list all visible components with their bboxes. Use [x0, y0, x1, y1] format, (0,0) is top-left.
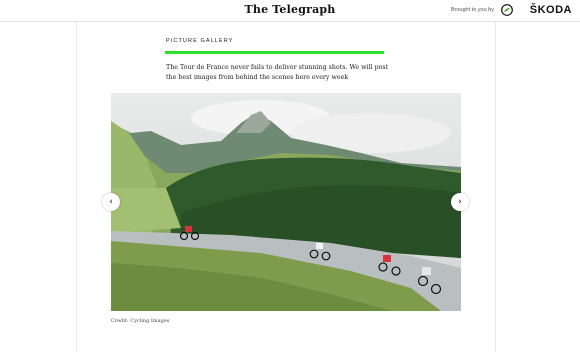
skoda-wordmark[interactable]: ŠKODA: [530, 4, 572, 16]
gallery-photo[interactable]: [111, 93, 461, 311]
accent-bar: [165, 51, 384, 54]
chevron-left-icon: ‹: [109, 197, 113, 207]
section-label: PICTURE GALLERY: [166, 38, 234, 44]
skoda-logo-icon[interactable]: [501, 4, 513, 16]
gallery-intro: The Tour de France never fails to delive…: [166, 64, 389, 81]
content-border-right: [495, 22, 496, 352]
photo-credit: Credit: Cycling Images: [111, 318, 170, 324]
mountain-cycling-photo: [111, 93, 461, 311]
next-button[interactable]: ›: [451, 193, 469, 211]
previous-button[interactable]: ‹: [102, 193, 120, 211]
top-bar: The Telegraph Brought to you by ŠKODA: [0, 0, 580, 22]
sponsor-label: Brought to you by: [450, 7, 494, 13]
content-border-left: [76, 22, 77, 352]
chevron-right-icon: ›: [458, 197, 462, 207]
